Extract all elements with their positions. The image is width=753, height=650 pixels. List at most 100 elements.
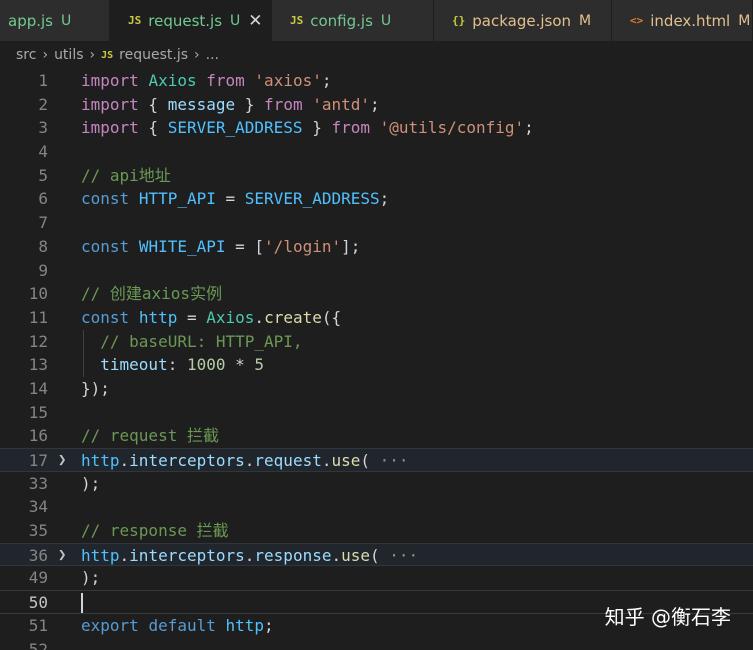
code-line[interactable]: 2 import { message } from 'antd'; [0, 93, 753, 117]
code-text: // baseURL: HTTP_API, [100, 331, 303, 351]
js-file-icon: JS [128, 14, 142, 27]
breadcrumb-item-src[interactable]: src [16, 47, 36, 63]
code-text: // response 拦截 [81, 521, 229, 541]
code-line[interactable]: 5 // api地址 [0, 164, 753, 188]
line-number: 4 [38, 142, 48, 162]
tab-label: app.js [8, 11, 53, 30]
code-text: export default http; [81, 615, 274, 635]
line-number: 11 [28, 307, 48, 327]
line-number: 13 [28, 355, 48, 375]
tab-label: config.js [310, 11, 373, 30]
line-number: 49 [28, 568, 48, 588]
line-number: 9 [38, 260, 48, 280]
line-number: 51 [28, 615, 48, 635]
breadcrumb-item-tail[interactable]: ... [206, 47, 219, 63]
chevron-right-icon: › [89, 47, 96, 63]
line-number: 34 [28, 497, 48, 517]
code-line[interactable]: 7 [0, 211, 753, 235]
code-text: timeout: 1000 * 5 [100, 355, 265, 375]
code-line[interactable]: 4 [0, 140, 753, 164]
code-text: const HTTP_API = SERVER_ADDRESS; [81, 189, 390, 209]
code-text: // request 拦截 [81, 426, 219, 446]
line-number: 8 [38, 236, 48, 256]
code-line[interactable]: 33); [0, 472, 753, 496]
code-text: http.interceptors.response.use( ··· [81, 545, 419, 565]
code-line[interactable]: 52 [0, 638, 753, 650]
code-line[interactable]: 3 import { SERVER_ADDRESS } from '@utils/… [0, 116, 753, 140]
tab-request-js[interactable]: JS request.js U ✕ [110, 0, 272, 41]
code-line[interactable]: 49); [0, 566, 753, 590]
editor-tab-bar: app.js U JS request.js U ✕ JS config.js U {} packa… [0, 0, 753, 41]
line-number: 50 [28, 593, 48, 613]
code-text: }); [81, 378, 110, 398]
tab-label: index.html [650, 11, 731, 30]
code-line[interactable]: 6 const HTTP_API = SERVER_ADDRESS; [0, 187, 753, 211]
line-number: 36 [28, 545, 48, 565]
code-line[interactable]: 13 timeout: 1000 * 5 [0, 353, 753, 377]
git-status-badge: U [230, 12, 241, 29]
text-cursor [81, 593, 83, 614]
code-line[interactable]: 10 // 创建axios实例 [0, 282, 753, 306]
code-line[interactable]: 15 [0, 401, 753, 425]
line-number: 16 [28, 426, 48, 446]
json-file-icon: {} [452, 14, 466, 27]
code-line[interactable]: 34 [0, 495, 753, 519]
code-text: // api地址 [81, 165, 171, 185]
html-file-icon: <> [630, 14, 644, 27]
code-line[interactable]: 8 const WHITE_API = ['/login']; [0, 235, 753, 259]
code-text: ); [81, 568, 101, 588]
line-number: 6 [38, 189, 48, 209]
git-status-badge: M [738, 12, 751, 29]
tab-index-html[interactable]: <> index.html M [612, 0, 753, 41]
breadcrumb-item-utils[interactable]: utils [54, 47, 83, 63]
line-number: 14 [28, 378, 48, 398]
code-line[interactable]: 35 // response 拦截 [0, 519, 753, 543]
git-status-badge: M [579, 12, 592, 29]
chevron-right-icon: › [42, 47, 49, 63]
code-text: ); [81, 473, 101, 493]
tab-app-js[interactable]: app.js U [0, 0, 110, 41]
git-status-badge: U [61, 12, 72, 29]
fold-chevron-icon[interactable]: ❯ [58, 544, 66, 568]
code-text: import { SERVER_ADDRESS } from '@utils/c… [81, 118, 534, 138]
code-text: http.interceptors.request.use( ··· [81, 451, 409, 470]
line-number: 12 [28, 331, 48, 351]
code-text: const http = Axios.create({ [81, 307, 342, 327]
tab-label: request.js [148, 11, 223, 30]
js-file-icon: JS [101, 49, 114, 61]
tab-label: package.json [472, 11, 572, 30]
line-number: 1 [38, 71, 48, 90]
code-line[interactable]: 16 // request 拦截 [0, 424, 753, 448]
line-number: 35 [28, 521, 48, 541]
code-editor[interactable]: 1 import Axios from 'axios'; 2 import { mes… [0, 69, 753, 650]
code-line[interactable]: 12 // baseURL: HTTP_API, [0, 329, 753, 354]
code-line[interactable]: 36 ❯ http.interceptors.response.use( ··· [0, 542, 753, 568]
tab-config-js[interactable]: JS config.js U [272, 0, 434, 41]
line-number: 15 [28, 402, 48, 422]
tab-package-json[interactable]: {} package.json M [434, 0, 612, 41]
watermark: 知乎 @衡石李 [604, 605, 731, 629]
line-number: 52 [28, 639, 48, 650]
code-text: const WHITE_API = ['/login']; [81, 236, 361, 256]
close-icon[interactable]: ✕ [248, 11, 262, 31]
chevron-right-icon: › [194, 47, 200, 63]
code-line[interactable]: 11 const http = Axios.create({ [0, 306, 753, 330]
line-number: 5 [38, 165, 48, 185]
git-status-badge: U [380, 12, 392, 29]
code-line[interactable]: 9 [0, 259, 753, 283]
fold-chevron-icon[interactable]: ❯ [58, 449, 66, 473]
code-line[interactable]: 17 ❯ http.interceptors.request.use( ··· [0, 448, 753, 472]
code-text: import { message } from 'antd'; [81, 94, 380, 114]
line-number: 10 [28, 284, 48, 304]
code-line[interactable]: 1 import Axios from 'axios'; [0, 69, 753, 93]
breadcrumb-item-file[interactable]: request.js [119, 47, 188, 63]
line-number: 7 [38, 213, 48, 233]
line-number: 3 [38, 118, 48, 138]
line-number: 2 [38, 94, 48, 114]
breadcrumb: src › utils › JS request.js › ... [0, 41, 753, 69]
code-text: // 创建axios实例 [81, 284, 223, 304]
line-number: 17 [28, 451, 48, 470]
code-line[interactable]: 14}); [0, 377, 753, 401]
code-text: import Axios from 'axios'; [81, 71, 332, 90]
js-file-icon: JS [290, 14, 304, 27]
